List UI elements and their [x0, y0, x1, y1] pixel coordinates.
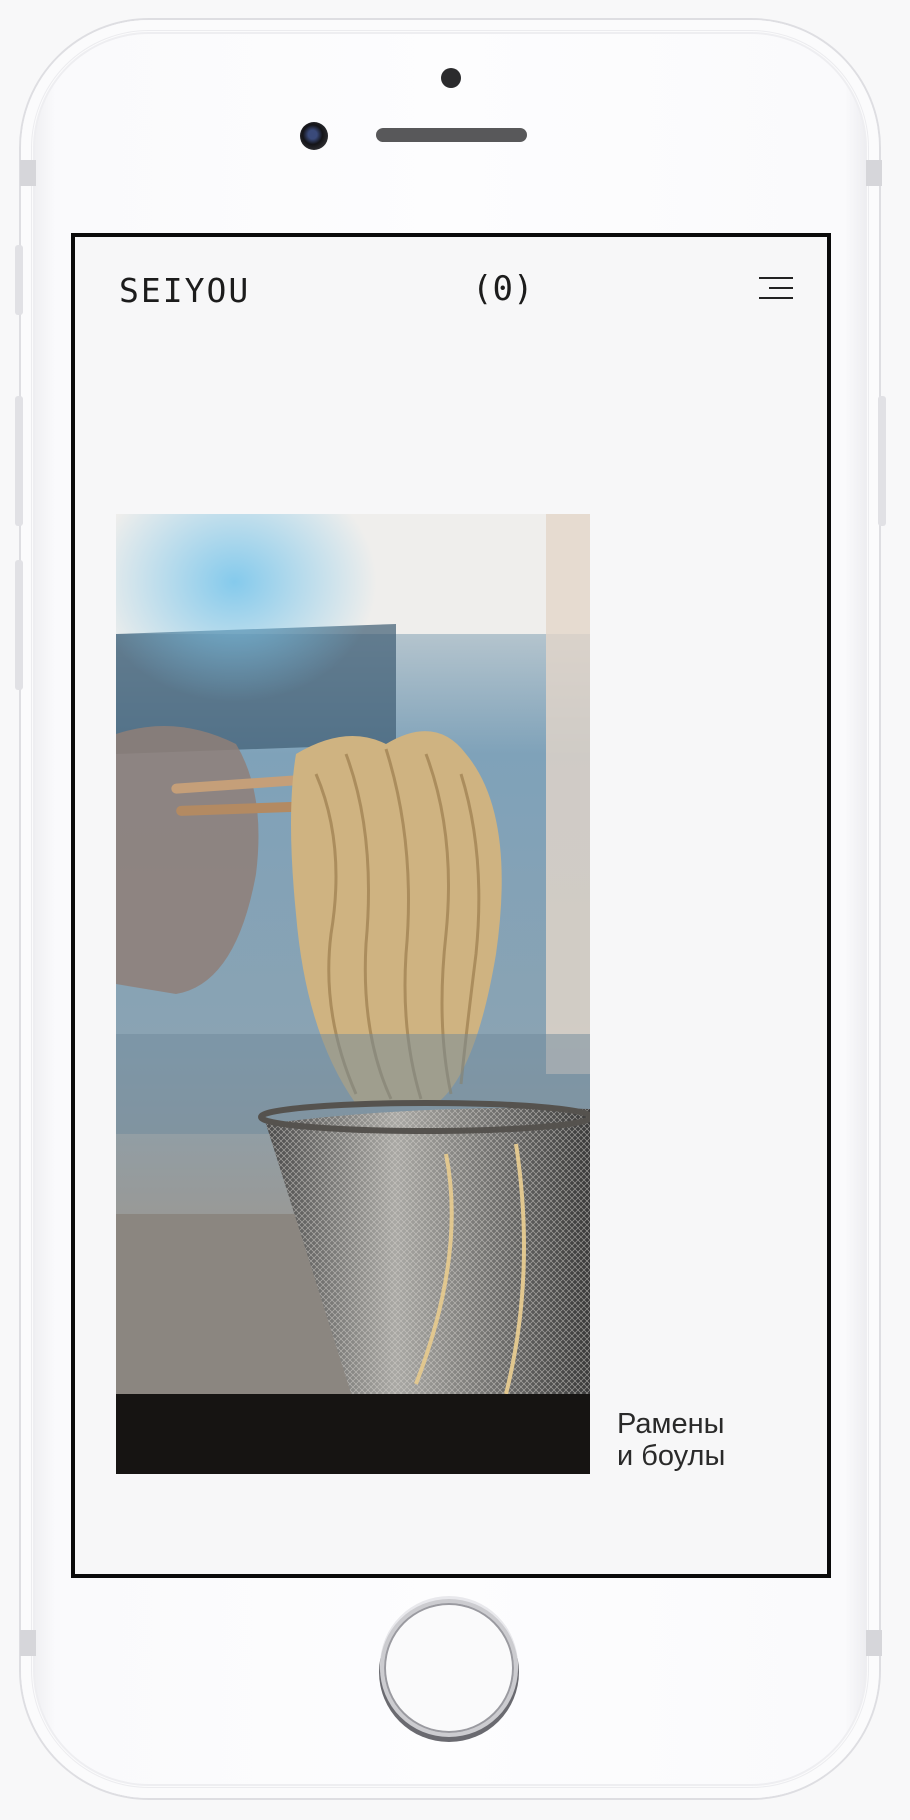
noodle-photo-illustration	[116, 514, 590, 1474]
antenna-band	[866, 1630, 882, 1656]
volume-down-button	[15, 560, 23, 690]
proximity-sensor	[441, 68, 461, 88]
phone-screen: SEIYOU (0) Рамены и боулы	[71, 233, 831, 1578]
volume-up-button	[15, 396, 23, 526]
power-button	[878, 396, 886, 526]
earpiece-speaker	[376, 128, 527, 142]
caption-line-2: и боулы	[617, 1440, 726, 1472]
antenna-band	[866, 160, 882, 186]
antenna-band	[20, 160, 36, 186]
home-button[interactable]	[384, 1603, 514, 1733]
hamburger-menu-icon[interactable]	[757, 277, 793, 307]
brand-logo[interactable]: SEIYOU	[119, 271, 250, 310]
hero-image[interactable]	[116, 514, 590, 1474]
hero-caption[interactable]: Рамены и боулы	[617, 1408, 807, 1472]
cart-counter[interactable]: (0)	[472, 269, 533, 309]
mute-switch	[15, 245, 23, 315]
caption-line-1: Рамены	[617, 1408, 725, 1440]
front-camera-icon	[300, 122, 328, 150]
antenna-band	[20, 1630, 36, 1656]
